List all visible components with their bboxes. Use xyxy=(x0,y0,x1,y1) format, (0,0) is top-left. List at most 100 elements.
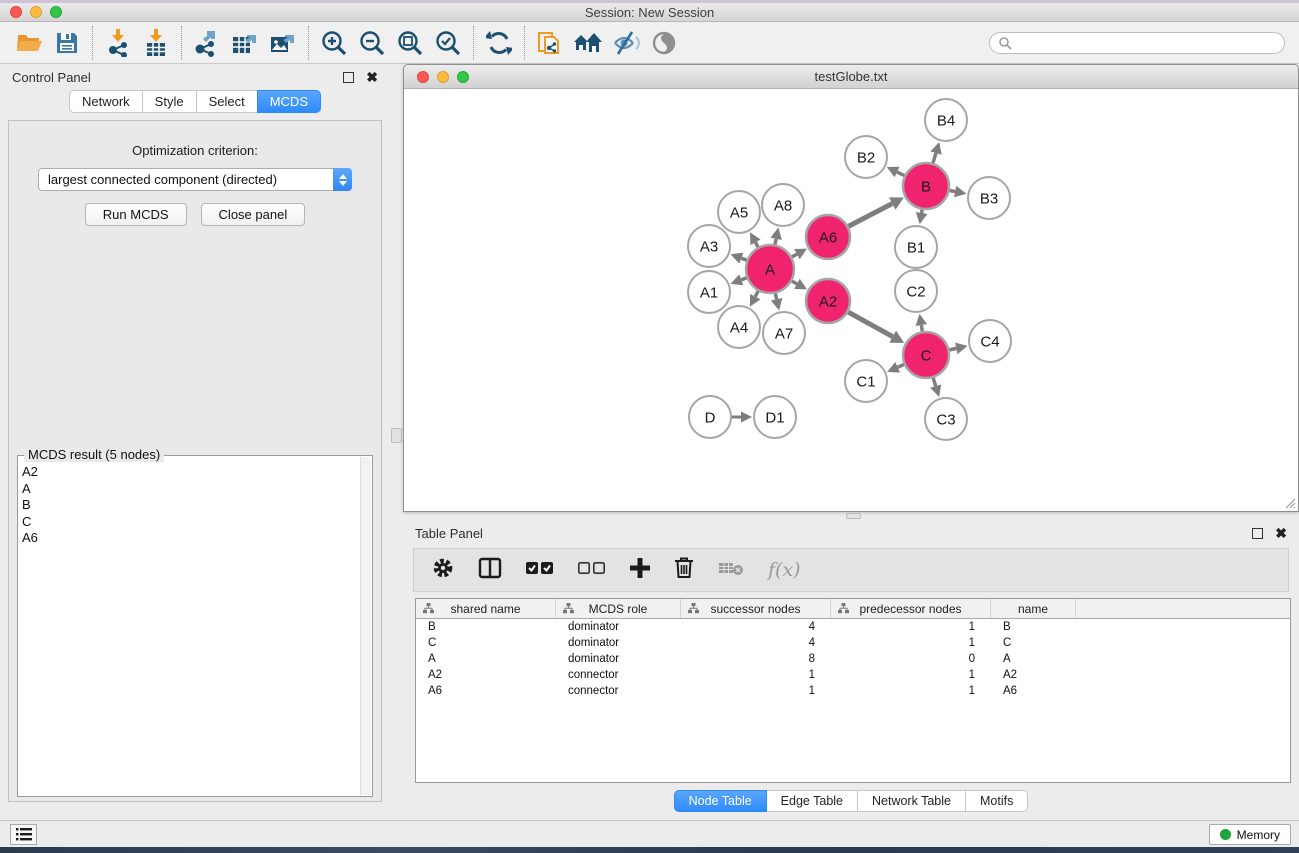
app-titlebar[interactable]: Session: New Session xyxy=(0,3,1299,22)
mcds-result-item[interactable]: C xyxy=(22,514,360,531)
search-field[interactable] xyxy=(989,32,1285,54)
edge-A-A3[interactable] xyxy=(741,258,746,260)
edge-A-A5[interactable] xyxy=(755,242,758,247)
save-session-icon[interactable] xyxy=(48,26,86,60)
column-header-name[interactable]: name xyxy=(991,599,1076,618)
horizontal-splitter-grip[interactable] xyxy=(846,513,861,519)
node-B3[interactable]: B3 xyxy=(968,177,1010,219)
edge-A6-B[interactable] xyxy=(848,204,892,227)
edge-A-A7[interactable] xyxy=(775,293,776,299)
mcds-list-scrollbar[interactable] xyxy=(360,457,371,795)
window-resize-grip[interactable] xyxy=(1283,496,1296,509)
open-file-icon[interactable] xyxy=(10,26,48,60)
table-row-B[interactable]: Bdominator41B xyxy=(416,619,1290,635)
node-A4[interactable]: A4 xyxy=(718,306,760,348)
node-B4[interactable]: B4 xyxy=(925,99,967,141)
table-row-A6[interactable]: A6connector11A6 xyxy=(416,683,1290,699)
table-row-A2[interactable]: A2connector11A2 xyxy=(416,667,1290,683)
node-B1[interactable]: B1 xyxy=(895,226,937,268)
float-table-panel-icon[interactable] xyxy=(1252,528,1263,539)
node-A7[interactable]: A7 xyxy=(763,312,805,354)
table-row-A[interactable]: Adominator80A xyxy=(416,651,1290,667)
edge-C-C4[interactable] xyxy=(949,348,956,349)
task-history-button[interactable] xyxy=(10,824,37,845)
node-D[interactable]: D xyxy=(689,396,731,438)
add-column-icon[interactable] xyxy=(630,558,650,583)
memory-button[interactable]: Memory xyxy=(1209,824,1291,845)
table-tab-node-table[interactable]: Node Table xyxy=(674,790,767,812)
delete-column-icon[interactable] xyxy=(674,557,694,584)
vertical-splitter-grip[interactable] xyxy=(391,428,402,443)
node-C2[interactable]: C2 xyxy=(895,270,937,312)
mcds-result-list[interactable]: A2ABCA6 xyxy=(22,464,360,794)
close-panel-icon[interactable]: ✖ xyxy=(366,70,378,84)
column-header-shared-name[interactable]: shared name xyxy=(416,599,556,618)
node-A3[interactable]: A3 xyxy=(688,225,730,267)
edge-A-A2[interactable] xyxy=(792,281,797,284)
edge-B-B1[interactable] xyxy=(922,210,923,213)
node-A8[interactable]: A8 xyxy=(762,184,804,226)
node-A1[interactable]: A1 xyxy=(688,271,730,313)
node-C1[interactable]: C1 xyxy=(845,360,887,402)
tab-style[interactable]: Style xyxy=(142,90,197,113)
criterion-dropdown[interactable]: largest connected component (directed) xyxy=(38,168,352,191)
tab-mcds[interactable]: MCDS xyxy=(257,90,321,113)
node-D1[interactable]: D1 xyxy=(754,396,796,438)
export-table-icon[interactable] xyxy=(226,26,264,60)
run-mcds-button[interactable]: Run MCDS xyxy=(85,203,187,226)
deselect-all-icon[interactable] xyxy=(578,561,606,580)
edge-A-A8[interactable] xyxy=(775,239,776,245)
split-columns-icon[interactable] xyxy=(478,557,502,584)
import-network-icon[interactable] xyxy=(99,26,137,60)
edge-C-C1[interactable] xyxy=(898,365,904,368)
show-details-icon[interactable] xyxy=(645,26,683,60)
search-input[interactable] xyxy=(1012,35,1276,51)
edge-B-B2[interactable] xyxy=(897,172,904,176)
zoom-out-icon[interactable] xyxy=(353,26,391,60)
node-C3[interactable]: C3 xyxy=(925,398,967,440)
edge-A-A6[interactable] xyxy=(792,254,797,257)
table-row-C[interactable]: Cdominator41C xyxy=(416,635,1290,651)
node-B[interactable]: B xyxy=(903,163,949,209)
node-C4[interactable]: C4 xyxy=(969,320,1011,362)
tab-select[interactable]: Select xyxy=(196,90,258,113)
table-tab-edge-table[interactable]: Edge Table xyxy=(766,790,858,812)
table-settings-icon[interactable] xyxy=(432,557,454,584)
table-tab-network-table[interactable]: Network Table xyxy=(857,790,966,812)
node-B2[interactable]: B2 xyxy=(845,136,887,178)
node-A[interactable]: A xyxy=(746,245,794,293)
edge-C-C2[interactable] xyxy=(921,325,922,331)
mcds-result-item[interactable]: A6 xyxy=(22,530,360,547)
close-table-panel-icon[interactable]: ✖ xyxy=(1275,526,1287,540)
mcds-result-item[interactable]: A xyxy=(22,481,360,498)
edge-A2-C[interactable] xyxy=(848,312,893,337)
node-A5[interactable]: A5 xyxy=(718,191,760,233)
zoom-fit-icon[interactable] xyxy=(391,26,429,60)
node-A2[interactable]: A2 xyxy=(806,279,850,323)
import-table-icon[interactable] xyxy=(137,26,175,60)
float-panel-icon[interactable] xyxy=(343,72,354,83)
edge-C-C3[interactable] xyxy=(933,378,936,386)
export-image-icon[interactable] xyxy=(264,26,302,60)
node-A6[interactable]: A6 xyxy=(806,215,850,259)
column-header-MCDS-role[interactable]: MCDS role xyxy=(556,599,681,618)
network-graph-canvas[interactable]: B4 B2 B B3 A8A5 A6 A3 B1 A A1 C2 A2 A4A7 C4 C C1 C3 D D1 xyxy=(404,89,1298,511)
column-header-successor-nodes[interactable]: successor nodes xyxy=(681,599,831,618)
mcds-result-item[interactable]: B xyxy=(22,497,360,514)
zoom-selected-icon[interactable] xyxy=(429,26,467,60)
edge-B-B3[interactable] xyxy=(950,190,956,191)
export-network-icon[interactable] xyxy=(188,26,226,60)
select-all-icon[interactable] xyxy=(526,561,554,580)
edge-A-A4[interactable] xyxy=(755,291,758,297)
clone-network-icon[interactable] xyxy=(531,26,569,60)
hide-details-icon[interactable] xyxy=(607,26,645,60)
zoom-in-icon[interactable] xyxy=(315,26,353,60)
edge-A-A1[interactable] xyxy=(741,278,746,280)
column-header-predecessor-nodes[interactable]: predecessor nodes xyxy=(831,599,991,618)
node-table[interactable]: shared nameMCDS rolesuccessor nodesprede… xyxy=(415,598,1291,783)
close-panel-button[interactable]: Close panel xyxy=(201,203,306,226)
node-C[interactable]: C xyxy=(903,332,949,378)
network-window-titlebar[interactable]: testGlobe.txt xyxy=(404,65,1298,89)
edge-B-B4[interactable] xyxy=(933,153,936,163)
mcds-result-item[interactable]: A2 xyxy=(22,464,360,481)
